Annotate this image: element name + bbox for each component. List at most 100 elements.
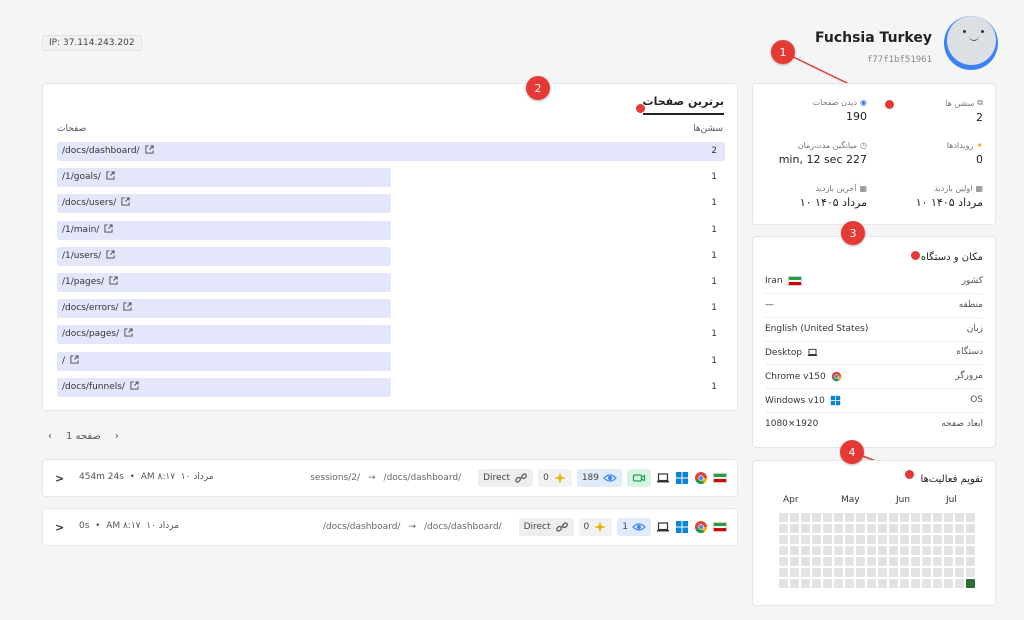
page-row[interactable]: / — [57, 351, 725, 371]
calendar-day-cell[interactable] — [944, 557, 953, 566]
calendar-day-cell[interactable] — [911, 535, 920, 544]
page-row[interactable]: /docs/users/ — [57, 194, 725, 214]
calendar-day-cell[interactable] — [856, 513, 865, 522]
chevron-right-icon[interactable]: > — [55, 472, 64, 485]
calendar-day-cell[interactable] — [790, 513, 799, 522]
calendar-day-cell[interactable] — [845, 513, 854, 522]
calendar-day-cell[interactable] — [966, 568, 975, 577]
calendar-day-cell[interactable] — [944, 546, 953, 555]
calendar-day-cell[interactable] — [955, 535, 964, 544]
calendar-day-cell[interactable] — [790, 557, 799, 566]
session-row[interactable]: >454m 24s • AM ۸:۱۷ ۱۰ مرداد sessions/2/ →… — [42, 459, 738, 497]
calendar-day-cell[interactable] — [911, 513, 920, 522]
calendar-day-cell[interactable] — [801, 546, 810, 555]
calendar-day-cell[interactable] — [922, 546, 931, 555]
calendar-day-cell[interactable] — [779, 557, 788, 566]
calendar-day-cell[interactable] — [834, 535, 843, 544]
calendar-day-cell[interactable] — [900, 557, 909, 566]
calendar-day-cell[interactable] — [779, 568, 788, 577]
external-link-icon[interactable] — [123, 302, 132, 314]
calendar-day-cell[interactable] — [933, 535, 942, 544]
calendar-day-cell[interactable] — [878, 546, 887, 555]
calendar-day-cell[interactable] — [889, 557, 898, 566]
calendar-day-cell[interactable] — [966, 513, 975, 522]
calendar-day-cell[interactable] — [801, 568, 810, 577]
calendar-day-cell[interactable] — [834, 524, 843, 533]
calendar-day-cell[interactable] — [933, 568, 942, 577]
external-link-icon[interactable] — [106, 250, 115, 262]
external-link-icon[interactable] — [121, 197, 130, 209]
calendar-day-cell[interactable] — [900, 535, 909, 544]
page-label[interactable]: / — [62, 355, 79, 367]
calendar-day-cell[interactable] — [779, 513, 788, 522]
chevron-right-icon[interactable]: > — [55, 521, 64, 534]
external-link-icon[interactable] — [130, 381, 139, 393]
calendar-day-cell[interactable] — [911, 568, 920, 577]
calendar-day-cell[interactable] — [834, 579, 843, 588]
calendar-day-cell[interactable] — [922, 513, 931, 522]
calendar-day-cell[interactable] — [812, 535, 821, 544]
calendar-day-cell[interactable] — [878, 579, 887, 588]
calendar-day-cell[interactable] — [955, 557, 964, 566]
external-link-icon[interactable] — [124, 328, 133, 340]
calendar-day-cell[interactable] — [900, 568, 909, 577]
calendar-day-cell[interactable] — [845, 579, 854, 588]
calendar-day-cell[interactable] — [933, 524, 942, 533]
calendar-day-cell[interactable] — [933, 513, 942, 522]
calendar-day-cell[interactable] — [900, 513, 909, 522]
calendar-day-cell[interactable] — [944, 513, 953, 522]
calendar-day-cell[interactable] — [845, 546, 854, 555]
calendar-day-cell[interactable] — [812, 579, 821, 588]
page-row[interactable]: /1/main/ — [57, 220, 725, 240]
calendar-day-cell[interactable] — [966, 557, 975, 566]
calendar-day-cell[interactable] — [801, 513, 810, 522]
calendar-day-cell[interactable] — [878, 524, 887, 533]
calendar-day-cell[interactable] — [900, 546, 909, 555]
calendar-day-cell[interactable] — [867, 546, 876, 555]
external-link-icon[interactable] — [70, 355, 79, 367]
calendar-day-cell[interactable] — [955, 546, 964, 555]
page-label[interactable]: /docs/users/ — [62, 197, 130, 209]
calendar-day-cell[interactable] — [812, 546, 821, 555]
calendar-day-cell[interactable] — [944, 524, 953, 533]
page-label[interactable]: /1/pages/ — [62, 276, 118, 288]
calendar-day-cell[interactable] — [856, 535, 865, 544]
recording-button[interactable] — [627, 469, 651, 487]
calendar-day-cell[interactable] — [922, 579, 931, 588]
calendar-day-cell[interactable] — [955, 568, 964, 577]
calendar-day-cell[interactable] — [823, 513, 832, 522]
calendar-day-cell[interactable] — [889, 579, 898, 588]
calendar-day-cell[interactable] — [856, 546, 865, 555]
page-row[interactable]: /1/pages/ — [57, 273, 725, 292]
calendar-day-cell[interactable] — [911, 524, 920, 533]
calendar-day-cell[interactable] — [911, 546, 920, 555]
calendar-day-cell[interactable] — [801, 535, 810, 544]
calendar-day-cell[interactable] — [801, 579, 810, 588]
calendar-day-cell[interactable] — [812, 513, 821, 522]
calendar-day-cell[interactable] — [922, 568, 931, 577]
calendar-day-cell[interactable] — [955, 513, 964, 522]
calendar-day-cell[interactable] — [834, 513, 843, 522]
calendar-day-cell[interactable] — [878, 557, 887, 566]
calendar-day-cell[interactable] — [823, 535, 832, 544]
calendar-day-cell[interactable] — [966, 579, 975, 588]
calendar-day-cell[interactable] — [856, 568, 865, 577]
calendar-day-cell[interactable] — [944, 535, 953, 544]
calendar-day-cell[interactable] — [790, 535, 799, 544]
page-label[interactable]: /1/goals/ — [62, 171, 115, 183]
external-link-icon[interactable] — [145, 145, 154, 157]
calendar-day-cell[interactable] — [856, 557, 865, 566]
calendar-day-cell[interactable] — [779, 579, 788, 588]
calendar-day-cell[interactable] — [966, 535, 975, 544]
calendar-day-cell[interactable] — [889, 546, 898, 555]
calendar-day-cell[interactable] — [790, 579, 799, 588]
calendar-day-cell[interactable] — [922, 535, 931, 544]
calendar-day-cell[interactable] — [922, 557, 931, 566]
calendar-day-cell[interactable] — [933, 579, 942, 588]
calendar-day-cell[interactable] — [779, 535, 788, 544]
calendar-day-cell[interactable] — [845, 535, 854, 544]
page-row[interactable]: /docs/dashboard/ — [57, 142, 725, 161]
calendar-day-cell[interactable] — [790, 524, 799, 533]
page-label[interactable]: /docs/funnels/ — [62, 381, 139, 393]
page-label[interactable]: /1/users/ — [62, 250, 115, 262]
